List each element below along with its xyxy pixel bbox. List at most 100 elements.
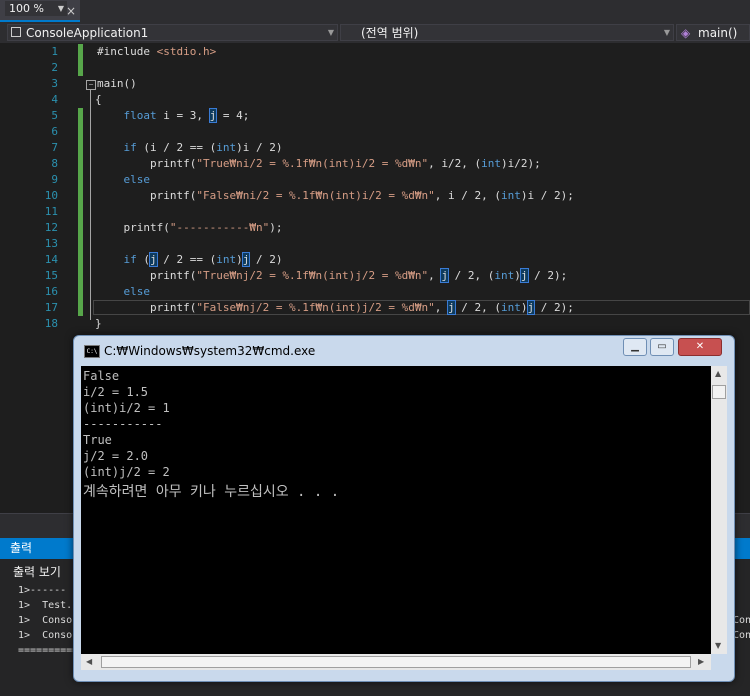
- keyword-token: else: [123, 285, 151, 298]
- code-token: = 4;: [216, 109, 250, 122]
- output-line: 1> Test.: [18, 600, 73, 611]
- zoom-value: 100 %: [9, 2, 44, 15]
- close-button[interactable]: ✕: [678, 338, 722, 356]
- code-token: printf(: [97, 301, 197, 314]
- line-number: 13: [44, 237, 58, 250]
- vertical-scroll-thumb[interactable]: [712, 385, 726, 399]
- string-token: "False₩nj/2 = %.1f₩n(int)j/2 = %d₩n": [196, 301, 435, 314]
- vertical-scrollbar[interactable]: [711, 366, 727, 654]
- code-token: ,: [434, 301, 449, 314]
- line-number: 15: [44, 269, 58, 282]
- keyword-token: float: [123, 109, 157, 122]
- project-dropdown[interactable]: ConsoleApplication1 ▼: [7, 24, 338, 41]
- chevron-down-icon: ▼: [57, 4, 64, 13]
- output-line: 1>------: [18, 585, 67, 596]
- output-source-label: 출력 보기: [13, 565, 61, 579]
- line-number: 14: [44, 253, 58, 266]
- console-line: i/2 = 1.5: [83, 385, 149, 399]
- highlighted-reference: j: [149, 252, 158, 267]
- code-line: if (i / 2 == (int)i / 2): [97, 141, 283, 154]
- code-line: printf("True₩nj/2 = %.1f₩n(int)j/2 = %d₩…: [97, 268, 568, 283]
- code-token: )i / 2);: [520, 189, 574, 202]
- output-line: ==========: [18, 645, 79, 656]
- minimize-button[interactable]: ▁: [623, 338, 647, 356]
- keyword-token: int: [494, 269, 515, 282]
- string-token: "True₩ni/2 = %.1f₩n(int)i/2 = %d₩n": [196, 157, 429, 170]
- scroll-up-icon[interactable]: ▲: [715, 369, 721, 378]
- code-line: #include <stdio.h>: [97, 45, 216, 58]
- code-line: }: [95, 317, 102, 330]
- console-line: True: [83, 433, 112, 447]
- string-token: "-----------₩n": [169, 221, 270, 234]
- console-line: False: [83, 369, 120, 383]
- horizontal-scroll-thumb[interactable]: [101, 656, 691, 668]
- scroll-left-icon[interactable]: ◀: [86, 657, 92, 666]
- close-icon[interactable]: ×: [66, 0, 76, 22]
- code-line: else: [97, 285, 151, 298]
- chevron-down-icon: ▼: [663, 28, 670, 37]
- line-number: 1: [51, 45, 58, 58]
- scope-label: (전역 범위): [361, 26, 419, 40]
- console-line: j/2 = 2.0: [83, 449, 149, 463]
- code-line: main(): [97, 77, 137, 90]
- code-token: }: [95, 317, 102, 330]
- keyword-token: if: [123, 141, 137, 154]
- change-marker: [78, 44, 83, 76]
- code-line: printf("-----------₩n");: [97, 221, 282, 234]
- code-token: / 2);: [534, 301, 574, 314]
- line-number: 11: [44, 205, 58, 218]
- output-line-clip: Con: [733, 630, 750, 641]
- code-token: (: [136, 253, 150, 266]
- line-number: 8: [51, 157, 58, 170]
- code-token: )i/2);: [501, 157, 541, 170]
- line-number: 2: [51, 61, 58, 74]
- scroll-right-icon[interactable]: ▶: [698, 657, 704, 666]
- keyword-token: else: [123, 173, 151, 186]
- line-number: 3: [51, 77, 58, 90]
- code-token: , i / 2, (: [434, 189, 501, 202]
- keyword-token: int: [501, 189, 521, 202]
- document-tab-strip: [0, 0, 750, 22]
- code-token: {: [95, 93, 102, 106]
- output-title: 출력: [10, 541, 33, 555]
- keyword-token: int: [216, 141, 237, 154]
- output-line-clip: Con: [733, 615, 750, 626]
- collapse-icon[interactable]: −: [86, 80, 96, 90]
- line-number: 6: [51, 125, 58, 138]
- project-label: ConsoleApplication1: [26, 26, 149, 40]
- maximize-button[interactable]: ▭: [650, 338, 674, 356]
- line-number: 7: [51, 141, 58, 154]
- function-dropdown[interactable]: ◈ main(): [676, 24, 750, 41]
- code-line: else: [97, 173, 151, 186]
- scroll-down-icon[interactable]: ▼: [715, 641, 721, 650]
- code-token: main(): [97, 77, 137, 90]
- code-line: if (j / 2 == (int)j / 2): [97, 252, 283, 267]
- code-line: printf("True₩ni/2 = %.1f₩n(int)i/2 = %d₩…: [97, 157, 541, 170]
- string-token: "True₩nj/2 = %.1f₩n(int)j/2 = %d₩n": [196, 269, 429, 282]
- zoom-dropdown[interactable]: 100 % ▼: [5, 1, 67, 16]
- scope-dropdown[interactable]: (전역 범위) ▼: [340, 24, 674, 41]
- code-token: ): [514, 269, 521, 282]
- code-token: ): [520, 301, 528, 314]
- cmd-icon: C:\: [84, 345, 100, 358]
- line-number: 10: [44, 189, 58, 202]
- code-line: printf("False₩nj/2 = %.1f₩n(int)j/2 = %d…: [97, 300, 574, 315]
- code-token: printf(: [97, 189, 197, 202]
- line-number: 5: [51, 109, 58, 122]
- cmd-window[interactable]: C:\ C:₩Windows₩system32₩cmd.exe ▁ ▭ ✕ Fa…: [73, 335, 735, 682]
- code-token: )i / 2): [236, 141, 283, 154]
- code-token: / 2): [249, 253, 283, 266]
- code-line: {: [95, 93, 102, 106]
- code-token: / 2);: [527, 269, 568, 282]
- console-line: (int)j/2 = 2: [83, 465, 170, 479]
- console-line: -----------: [83, 417, 163, 431]
- outline-line: [90, 90, 91, 320]
- output-line: 1> Conso: [18, 630, 73, 641]
- function-icon: ◈: [681, 26, 691, 40]
- line-number: 9: [51, 173, 58, 186]
- console-output[interactable]: False i/2 = 1.5 (int)i/2 = 1 -----------…: [81, 366, 711, 654]
- code-token: printf(: [97, 269, 197, 282]
- string-token: "False₩ni/2 = %.1f₩n(int)i/2 = %d₩n": [196, 189, 435, 202]
